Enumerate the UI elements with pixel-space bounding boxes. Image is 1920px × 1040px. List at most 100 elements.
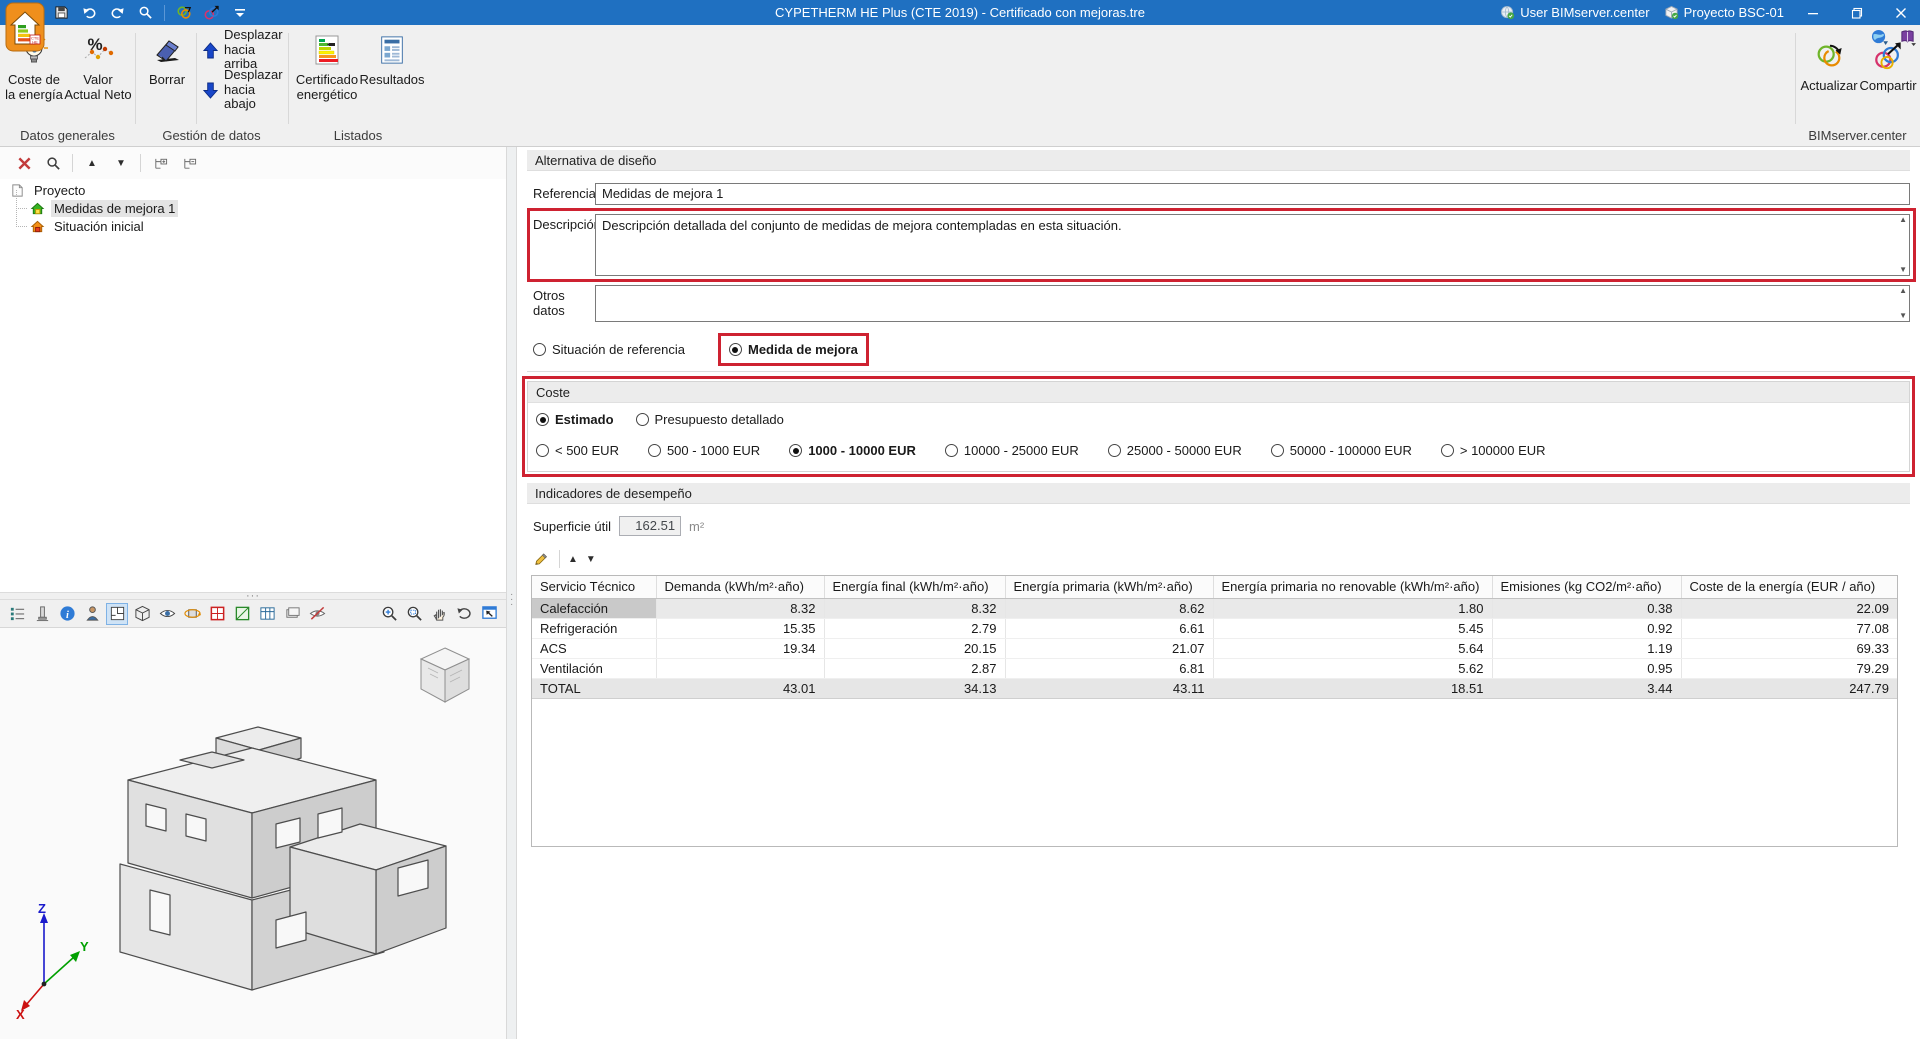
col-coste: Coste de la energía (EUR / año) xyxy=(1681,576,1897,599)
tree-item-medidas-mejora[interactable]: Medidas de mejora 1 xyxy=(0,190,506,217)
close-button[interactable] xyxy=(1886,0,1916,25)
model-3d-icon[interactable] xyxy=(131,603,153,625)
compartir-button[interactable]: Compartir xyxy=(1859,35,1917,94)
minimize-button[interactable] xyxy=(1798,0,1828,25)
desplazar-abajo-button[interactable]: Desplazar hacia abajo xyxy=(203,67,283,111)
radio-rango-3[interactable]: 10000 - 25000 EUR xyxy=(944,443,1079,458)
columns-icon[interactable] xyxy=(31,603,53,625)
openings-icon[interactable] xyxy=(231,603,253,625)
tree-toolbar: ▲ ▼ xyxy=(0,147,506,179)
info-icon[interactable]: i xyxy=(56,603,78,625)
radio-rango-2[interactable]: 1000 - 10000 EUR xyxy=(789,443,916,458)
eraser-icon xyxy=(150,33,184,67)
borrar-button[interactable]: Borrar xyxy=(141,29,193,88)
table-row-total[interactable]: TOTAL 43.01 34.13 43.11 18.51 3.44 247.7… xyxy=(532,677,1897,699)
cell-servicio: Calefacción xyxy=(532,598,657,619)
table-row-refrigeracion[interactable]: Refrigeración 15.35 2.79 6.61 5.45 0.92 … xyxy=(532,618,1897,639)
certificado-energetico-button[interactable]: Certificado energético xyxy=(294,29,360,102)
valor-actual-neto-button[interactable]: % Valor Actual Neto xyxy=(64,29,132,102)
table-row-acs[interactable]: ACS 19.34 20.15 21.07 5.64 1.19 69.33 xyxy=(532,638,1897,659)
radio-rango-5[interactable]: 50000 - 100000 EUR xyxy=(1270,443,1412,458)
svg-text:i: i xyxy=(66,610,69,621)
cell-value: 5.64 xyxy=(1213,638,1493,659)
row-down-icon[interactable]: ▼ xyxy=(586,554,596,565)
scroll-up-icon[interactable]: ▲ xyxy=(1899,287,1907,295)
expand-tree-icon[interactable] xyxy=(150,153,170,173)
radio-rango-6[interactable]: > 100000 EUR xyxy=(1440,443,1546,458)
move-item-up-icon[interactable]: ▲ xyxy=(82,153,102,173)
tree-item-proyecto[interactable]: Proyecto xyxy=(0,181,506,199)
collapse-tree-icon[interactable] xyxy=(179,153,199,173)
zoom-extents-icon[interactable] xyxy=(378,603,400,625)
panel-splitter[interactable]: · · · xyxy=(506,147,517,1039)
hide-elements-icon[interactable] xyxy=(306,603,328,625)
radio-label: 10000 - 25000 EUR xyxy=(963,443,1079,458)
elements-list-icon[interactable] xyxy=(6,603,28,625)
view-cube[interactable] xyxy=(414,644,476,710)
floorplan-view-icon[interactable] xyxy=(106,602,128,625)
table-row-ventilacion[interactable]: Ventilación 2.87 6.81 5.62 0.95 79.29 xyxy=(532,658,1897,679)
project-label: Proyecto BSC-01 xyxy=(1683,5,1784,20)
visibility-icon[interactable] xyxy=(156,603,178,625)
descripcion-input[interactable]: Descripción detallada del conjunto de me… xyxy=(595,214,1910,276)
group-listados: Listados xyxy=(333,128,383,143)
desplazar-arriba-button[interactable]: Desplazar hacia arriba xyxy=(203,27,283,71)
tree-search-icon[interactable] xyxy=(43,153,63,173)
zoom-window-icon[interactable] xyxy=(403,603,425,625)
radio-estimado[interactable]: Estimado xyxy=(536,412,614,427)
scroll-down-icon[interactable]: ▼ xyxy=(1899,312,1907,320)
cell-value xyxy=(656,658,825,679)
tree-item-label: Medidas de mejora 1 xyxy=(51,199,179,217)
person-icon[interactable] xyxy=(81,603,103,625)
delete-icon[interactable] xyxy=(14,153,34,173)
row-up-icon[interactable]: ▲ xyxy=(568,554,578,565)
model-viewport[interactable]: Z Y X xyxy=(0,628,506,1039)
referencia-input[interactable]: Medidas de mejora 1 xyxy=(595,183,1910,205)
layers-icon[interactable] xyxy=(281,603,303,625)
orbit-model-icon[interactable] xyxy=(181,603,203,625)
radio-presupuesto-detallado[interactable]: Presupuesto detallado xyxy=(635,412,784,427)
rotate-view-icon[interactable] xyxy=(453,603,475,625)
share-icon-small[interactable] xyxy=(203,4,221,22)
fit-window-icon[interactable] xyxy=(478,603,500,625)
cell-value: 69.33 xyxy=(1681,638,1897,659)
horizontal-splitter[interactable]: ··· xyxy=(0,591,506,602)
quick-access-toolbar xyxy=(52,0,249,25)
resultados-label: Resultados xyxy=(359,72,425,87)
radio-rango-4[interactable]: 25000 - 50000 EUR xyxy=(1107,443,1242,458)
bimserver-project-button[interactable]: Proyecto BSC-01 xyxy=(1664,5,1784,20)
save-icon[interactable] xyxy=(52,4,70,22)
radio-label: Situación de referencia xyxy=(552,342,685,357)
radio-rango-1[interactable]: 500 - 1000 EUR xyxy=(647,443,760,458)
descripcion-text: Descripción detallada del conjunto de me… xyxy=(602,218,1122,233)
radio-rango-0[interactable]: < 500 EUR xyxy=(536,443,619,458)
bimserver-user-button[interactable]: User BIMserver.center xyxy=(1500,5,1650,20)
resultados-button[interactable]: Resultados xyxy=(359,29,425,88)
app-icon[interactable]: CTE HE xyxy=(5,2,45,52)
undo-icon[interactable] xyxy=(80,4,98,22)
move-item-down-icon[interactable]: ▼ xyxy=(111,153,131,173)
superficie-label: Superficie útil xyxy=(533,518,612,534)
radio-medida-mejora[interactable]: Medida de mejora xyxy=(717,333,869,366)
update-icon-small[interactable] xyxy=(175,4,193,22)
radio-label: 1000 - 10000 EUR xyxy=(808,443,916,458)
radio-situacion-referencia[interactable]: Situación de referencia xyxy=(533,342,685,357)
cell-value: 20.15 xyxy=(824,638,1006,659)
pan-icon[interactable] xyxy=(428,603,450,625)
radio-label: 50000 - 100000 EUR xyxy=(1289,443,1412,458)
cell-value: 8.32 xyxy=(656,598,825,619)
thermal-zones-icon[interactable] xyxy=(206,603,228,625)
tree-item-situacion-inicial[interactable]: Situación inicial xyxy=(0,208,506,235)
actualizar-button[interactable]: Actualizar xyxy=(1800,35,1858,94)
table-row-calefaccion[interactable]: Calefacción 8.32 8.32 8.62 1.80 0.38 22.… xyxy=(532,598,1897,619)
redo-icon[interactable] xyxy=(108,4,126,22)
scroll-down-icon[interactable]: ▼ xyxy=(1899,266,1907,274)
otros-datos-input[interactable]: ▲ ▼ xyxy=(595,285,1910,322)
maximize-button[interactable] xyxy=(1842,0,1872,25)
edit-pencil-icon[interactable] xyxy=(531,549,551,569)
search-icon[interactable] xyxy=(136,4,154,22)
tables-icon[interactable] xyxy=(256,603,278,625)
cell-value: 6.61 xyxy=(1005,618,1214,639)
more-dropdown-icon[interactable] xyxy=(231,4,249,22)
scroll-up-icon[interactable]: ▲ xyxy=(1899,216,1907,224)
